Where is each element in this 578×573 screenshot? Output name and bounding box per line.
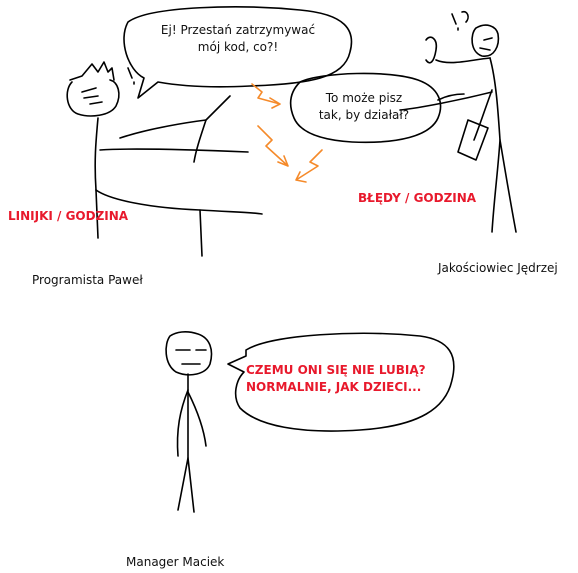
speech-maciek-line1: CZEMU ONI SIĘ NIE LUBIĄ?	[246, 363, 426, 377]
stick-figure-maciek	[165, 331, 213, 513]
maciek-name: Manager Maciek	[126, 555, 225, 569]
jedrzej-name: Jakościowiec Jędrzej	[438, 261, 558, 275]
speech-pawel-line1: Ej! Przestań zatrzymywać	[160, 23, 316, 37]
jedrzej-metric-label: BŁĘDY / GODZINA	[358, 191, 477, 205]
speech-text-jedrzej: To może pisz tak, by działał?	[304, 90, 424, 124]
pawel-metric-label: LINIJKI / GODZINA	[8, 209, 129, 223]
speech-text-maciek: CZEMU ONI SIĘ NIE LUBIĄ? NORMALNIE, JAK …	[246, 362, 426, 396]
speech-jedrzej-line2: tak, by działał?	[318, 108, 410, 122]
speech-jedrzej-line1: To może pisz	[325, 91, 403, 105]
pawel-name: Programista Paweł	[32, 273, 143, 287]
stick-figure-pawel	[66, 61, 263, 257]
speech-pawel-line2: mój kod, co?!	[197, 40, 279, 54]
speech-text-pawel: Ej! Przestań zatrzymywać mój kod, co?!	[142, 22, 334, 56]
speech-maciek-line2: NORMALNIE, JAK DZIECI...	[246, 380, 422, 394]
